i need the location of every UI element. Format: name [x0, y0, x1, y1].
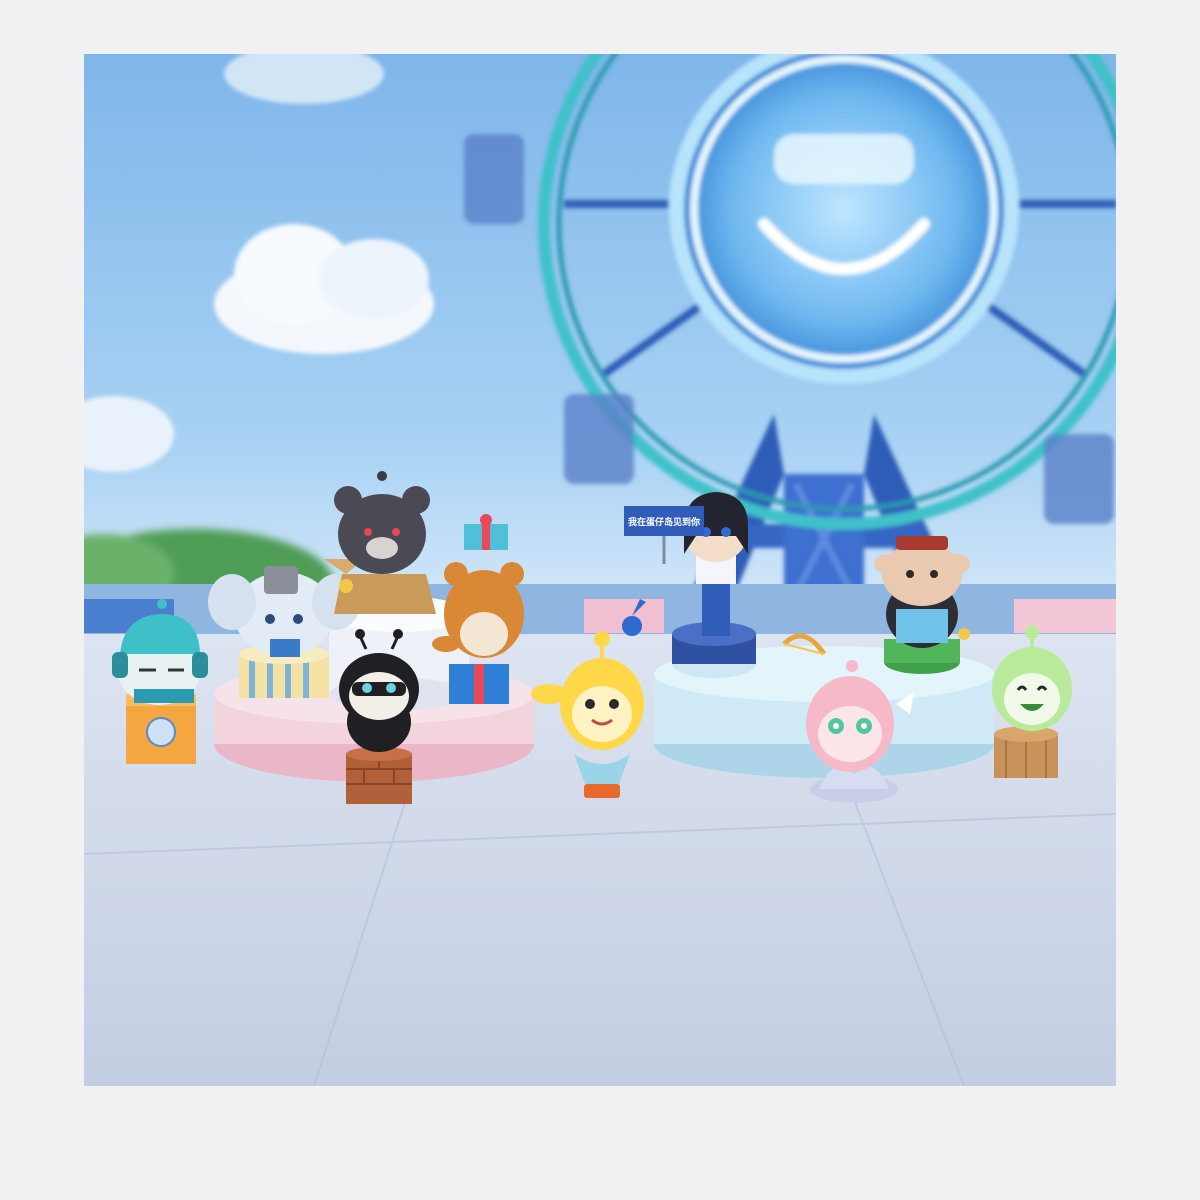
- figure-hamster-with-hat: [874, 536, 970, 674]
- clouds: [84, 54, 434, 472]
- gondola: [464, 134, 524, 224]
- sign-text: 我在蛋仔岛见到你: [628, 516, 700, 528]
- cloud: [214, 224, 434, 354]
- product-photo-frame: 我在蛋仔岛见到你: [84, 54, 1116, 1086]
- scene-illustration: 我在蛋仔岛见到你: [84, 54, 1116, 1086]
- gondola: [1044, 434, 1114, 524]
- figure-black-bear: [324, 471, 436, 614]
- cloud: [224, 54, 384, 104]
- gondola: [564, 394, 634, 484]
- cloud: [84, 396, 174, 472]
